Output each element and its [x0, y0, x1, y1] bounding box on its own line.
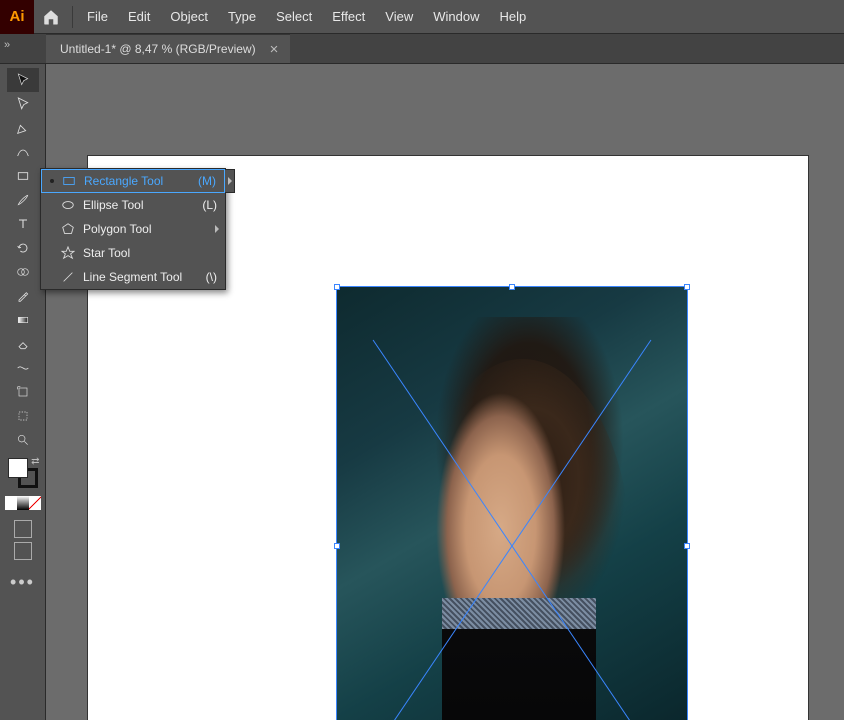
menu-object[interactable]: Object: [160, 0, 218, 34]
color-solid-icon[interactable]: [5, 496, 17, 510]
flyout-polygon-tool[interactable]: Polygon Tool: [41, 217, 225, 241]
fill-stroke-swatch[interactable]: ⇄: [8, 458, 38, 488]
tearoff-handle[interactable]: [225, 169, 235, 193]
flyout-label: Star Tool: [83, 246, 130, 260]
flyout-shortcut: (L): [202, 198, 217, 212]
flyout-label: Line Segment Tool: [83, 270, 182, 284]
document-tab-label: Untitled-1* @ 8,47 % (RGB/Preview): [60, 42, 256, 56]
flyout-label: Polygon Tool: [83, 222, 152, 236]
ellipse-icon: [61, 198, 75, 212]
flyout-shortcut: (M): [198, 174, 216, 188]
rect-icon: [62, 174, 76, 188]
eyedropper-tool[interactable]: [7, 284, 39, 308]
toolbar: ⇄ •••: [0, 64, 46, 720]
menu-bar: Ai File Edit Object Type Select Effect V…: [0, 0, 844, 34]
selection-tool[interactable]: [7, 68, 39, 92]
divider: [72, 6, 73, 28]
menu-select[interactable]: Select: [266, 0, 322, 34]
color-mode-row: [5, 496, 41, 510]
menu-type[interactable]: Type: [218, 0, 266, 34]
more-tools-icon[interactable]: •••: [10, 572, 35, 593]
eraser-tool[interactable]: [7, 332, 39, 356]
rectangle-tool[interactable]: [7, 164, 39, 188]
placed-image[interactable]: [336, 286, 688, 720]
free-transform-tool[interactable]: [7, 380, 39, 404]
flyout-ellipse-tool[interactable]: Ellipse Tool (L): [41, 193, 225, 217]
artboard-tool[interactable]: [7, 404, 39, 428]
star-icon: [61, 246, 75, 260]
flyout-star-tool[interactable]: Star Tool: [41, 241, 225, 265]
flyout-label: Rectangle Tool: [84, 174, 163, 188]
draw-mode-group: [14, 520, 32, 560]
polygon-icon: [61, 222, 75, 236]
zoom-tool[interactable]: [7, 428, 39, 452]
tab-bar: Untitled-1* @ 8,47 % (RGB/Preview) ×: [0, 34, 844, 64]
swap-fill-stroke-icon[interactable]: ⇄: [31, 456, 39, 467]
menu-view[interactable]: View: [375, 0, 423, 34]
menu-edit[interactable]: Edit: [118, 0, 160, 34]
shape-tool-flyout: Rectangle Tool (M) Ellipse Tool (L) Poly…: [40, 168, 226, 290]
canvas-area[interactable]: [46, 64, 844, 720]
flyout-rectangle-tool[interactable]: Rectangle Tool (M): [41, 169, 225, 193]
app-logo-icon: Ai: [0, 0, 34, 34]
line-icon: [61, 270, 75, 284]
menu-file[interactable]: File: [77, 0, 118, 34]
paintbrush-tool[interactable]: [7, 188, 39, 212]
flyout-shortcut: (\): [206, 270, 217, 284]
flyout-label: Ellipse Tool: [83, 198, 143, 212]
menu-effect[interactable]: Effect: [322, 0, 375, 34]
gradient-tool[interactable]: [7, 308, 39, 332]
draw-behind-icon[interactable]: [14, 542, 32, 560]
type-tool[interactable]: [7, 212, 39, 236]
menu-window[interactable]: Window: [423, 0, 489, 34]
width-tool[interactable]: [7, 356, 39, 380]
close-icon[interactable]: ×: [270, 41, 279, 58]
document-tab[interactable]: Untitled-1* @ 8,47 % (RGB/Preview) ×: [46, 34, 290, 63]
menu-help[interactable]: Help: [489, 0, 536, 34]
active-dot-icon: [50, 179, 54, 183]
draw-normal-icon[interactable]: [14, 520, 32, 538]
color-none-icon[interactable]: [29, 496, 41, 510]
rotate-tool[interactable]: [7, 236, 39, 260]
direct-selection-tool[interactable]: [7, 92, 39, 116]
home-icon[interactable]: [34, 0, 68, 34]
flyout-line-segment-tool[interactable]: Line Segment Tool (\): [41, 265, 225, 289]
shape-builder-tool[interactable]: [7, 260, 39, 284]
collapse-icon[interactable]: »: [0, 38, 14, 52]
fill-swatch[interactable]: [8, 458, 28, 478]
pen-tool[interactable]: [7, 116, 39, 140]
curvature-tool[interactable]: [7, 140, 39, 164]
color-gradient-icon[interactable]: [17, 496, 29, 510]
